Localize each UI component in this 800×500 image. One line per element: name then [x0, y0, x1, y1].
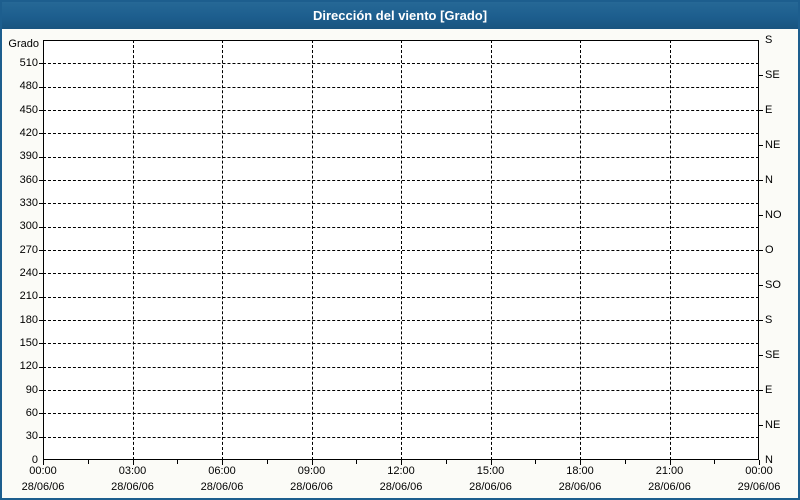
y-tick — [39, 320, 43, 321]
y-tick — [39, 86, 43, 88]
compass-label: S — [765, 33, 773, 46]
x-time-label: 00:00 — [745, 465, 773, 477]
right-tick — [759, 250, 763, 251]
x-date-label: 28/06/06 — [21, 481, 65, 493]
y-tick-label: 480 — [19, 80, 38, 93]
x-minor-tick — [535, 460, 537, 464]
y-tick — [39, 226, 43, 228]
y-tick-label: 450 — [19, 103, 38, 116]
chart-title-bar: Dirección del viento [Grado] — [2, 2, 798, 29]
right-tick — [759, 390, 763, 391]
right-tick — [759, 145, 763, 146]
v-gridline — [580, 40, 581, 460]
y-tick — [39, 366, 43, 368]
compass-label: E — [765, 103, 773, 116]
y-tick — [39, 273, 43, 275]
v-gridline — [132, 40, 134, 460]
compass-label: O — [765, 243, 774, 256]
compass-label: SE — [765, 348, 780, 361]
y-tick-label: 300 — [19, 220, 38, 233]
compass-label: SO — [765, 278, 781, 291]
x-date-label: 28/06/06 — [558, 481, 602, 493]
y-tick-label: 90 — [25, 383, 38, 396]
right-tick — [759, 425, 763, 426]
compass-label: SE — [765, 68, 780, 81]
y-tick-label: 510 — [19, 56, 38, 69]
v-gridline — [669, 40, 671, 460]
x-date-label: 28/06/06 — [379, 481, 423, 493]
y-tick — [39, 296, 43, 298]
compass-label: S — [765, 313, 773, 326]
chart-area: Grado 0 30 60 90 120 150 180 210 240 270 300 330 360… — [2, 29, 798, 498]
x-time-label: 03:00 — [118, 465, 147, 477]
y-tick-label: 60 — [25, 406, 38, 419]
compass-label: N — [765, 173, 773, 186]
y-tick-label: 240 — [19, 266, 38, 279]
y-tick-label: 420 — [19, 126, 38, 139]
y-tick — [39, 250, 43, 251]
y-tick-label: 390 — [19, 150, 38, 163]
right-tick — [759, 285, 763, 286]
chart-title: Dirección del viento [Grado] — [312, 8, 488, 23]
y-tick — [39, 156, 43, 158]
y-tick-label: 210 — [19, 290, 38, 303]
x-date-label: 28/06/06 — [200, 481, 244, 493]
x-minor-tick — [624, 460, 626, 464]
x-minor-tick — [266, 460, 268, 464]
x-minor-tick — [87, 460, 89, 464]
y-tick-label: 270 — [19, 243, 38, 256]
y-tick — [39, 63, 43, 65]
x-time-label: 00:00 — [29, 465, 57, 477]
y-tick-label: 180 — [19, 313, 38, 326]
x-time-label: 12:00 — [387, 465, 415, 477]
x-time-label: 15:00 — [476, 465, 505, 477]
x-date-label: 28/06/06 — [469, 481, 512, 493]
y-tick-label: 360 — [19, 173, 38, 186]
y-tick — [39, 110, 43, 111]
right-tick — [759, 75, 763, 76]
right-tick — [759, 215, 763, 216]
right-tick — [759, 320, 763, 321]
y-tick — [39, 133, 43, 135]
v-gridline — [222, 40, 223, 460]
y-tick — [39, 390, 43, 391]
compass-label: E — [765, 383, 773, 396]
y-tick — [39, 343, 43, 345]
y-tick — [39, 413, 43, 415]
x-time-label: 18:00 — [566, 465, 594, 477]
right-tick — [759, 355, 763, 356]
x-minor-tick — [177, 460, 179, 464]
x-minor-tick — [445, 460, 447, 464]
x-minor-tick — [356, 460, 358, 464]
compass-label: NO — [765, 208, 782, 221]
x-date-label: 28/06/06 — [648, 481, 691, 493]
v-gridline — [490, 40, 492, 460]
y-tick — [39, 180, 43, 181]
y-tick — [39, 203, 43, 205]
right-tick — [759, 110, 763, 111]
x-time-label: 21:00 — [655, 465, 684, 477]
x-time-label: 09:00 — [297, 465, 326, 477]
y-tick — [39, 436, 43, 438]
y-tick-label: 30 — [25, 430, 38, 443]
v-gridline — [401, 40, 402, 460]
compass-label: NE — [765, 138, 781, 151]
compass-label: NE — [765, 418, 781, 431]
chart-window: Dirección del viento [Grado] Grado 0 30 60… — [0, 0, 800, 500]
right-tick — [759, 180, 763, 181]
x-minor-tick — [714, 460, 716, 464]
x-date-label: 29/06/06 — [737, 481, 781, 493]
v-gridline — [311, 40, 313, 460]
y-tick-label: 150 — [19, 336, 38, 349]
y-tick-label: 120 — [19, 360, 38, 373]
y-tick-label: 330 — [19, 196, 38, 209]
x-date-label: 28/06/06 — [111, 481, 154, 493]
y-axis-unit-label: Grado — [8, 38, 39, 50]
x-time-label: 06:00 — [208, 465, 236, 477]
x-date-label: 28/06/06 — [290, 481, 333, 493]
